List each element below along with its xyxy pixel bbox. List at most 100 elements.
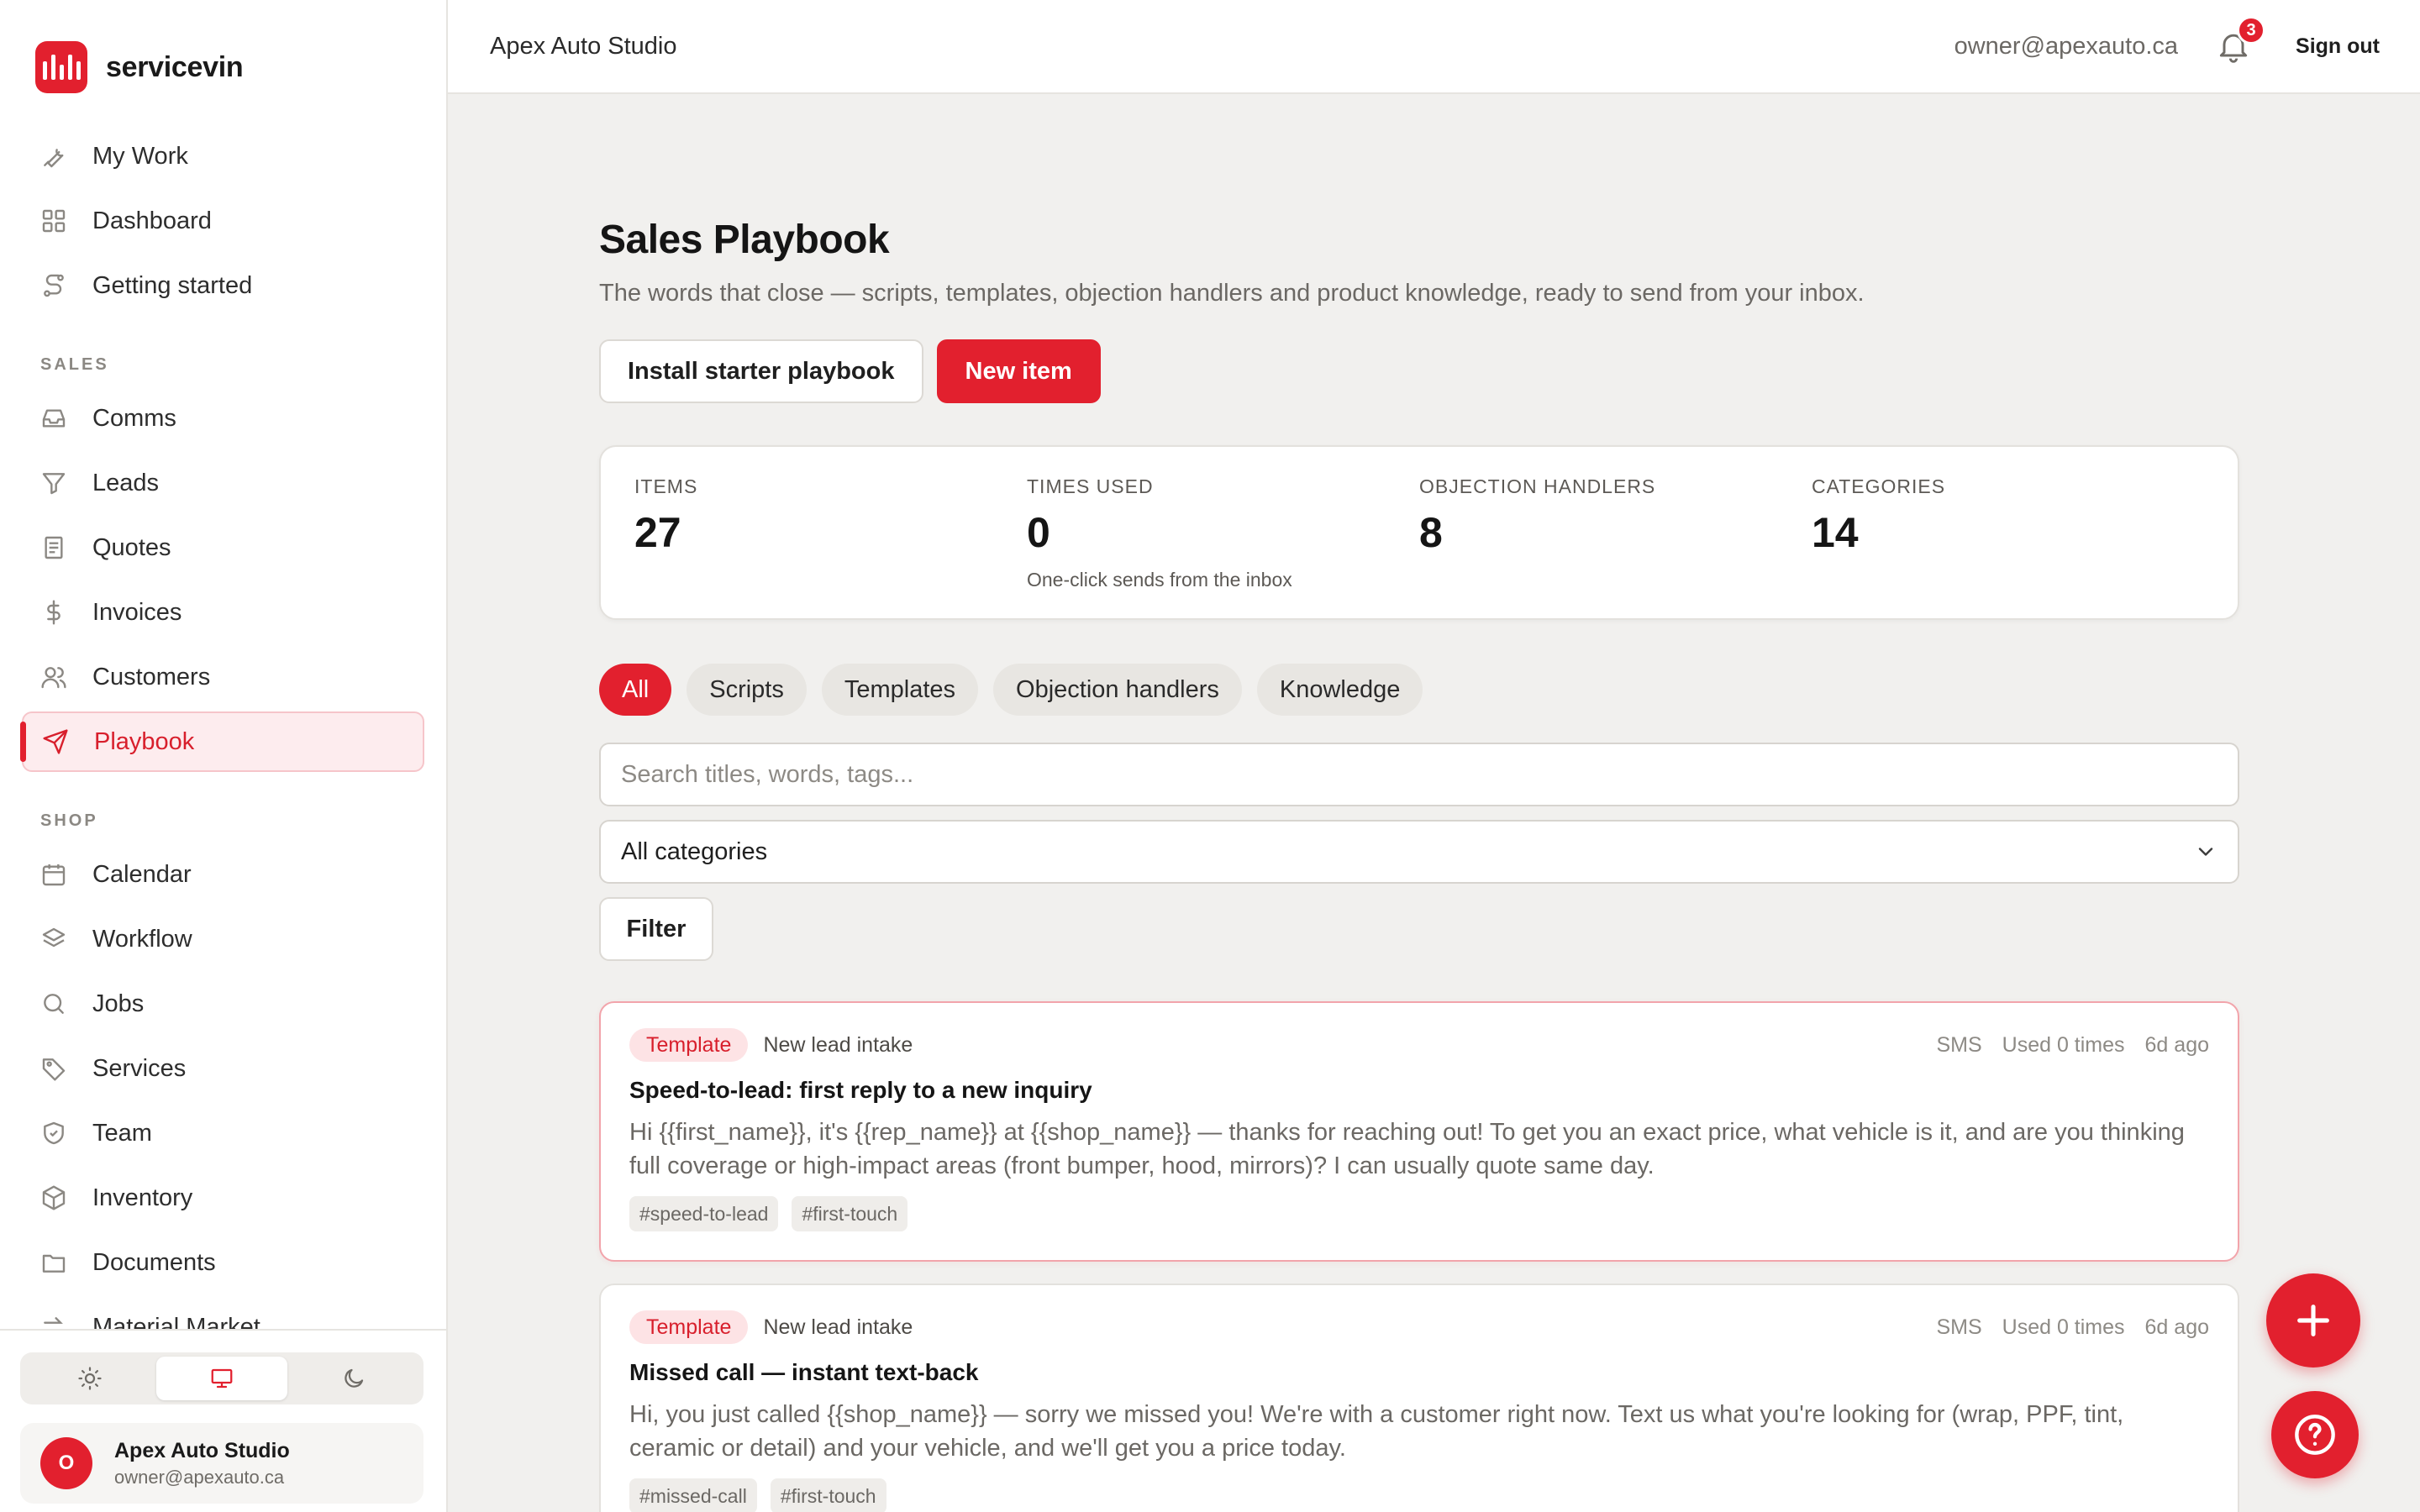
- stat-label: TIMES USED: [1027, 475, 1154, 497]
- sidebar-item-invoices[interactable]: Invoices: [22, 582, 424, 643]
- send-icon: [43, 729, 68, 754]
- item-meta: SMS Used 0 times 6d ago: [1936, 1315, 2209, 1340]
- playbook-list: Template New lead intake SMS Used 0 time…: [599, 1001, 2239, 1512]
- item-category: New lead intake: [763, 1032, 913, 1057]
- item-tags: #missed-call #first-touch: [629, 1478, 2209, 1512]
- folder-icon: [42, 1254, 66, 1273]
- sidebar-item-label: Jobs: [92, 990, 145, 1017]
- sidebar-item-customers[interactable]: Customers: [22, 647, 424, 707]
- sign-out-button[interactable]: Sign out: [2296, 34, 2380, 59]
- topbar: Apex Auto Studio owner@apexauto.ca 3 Sig…: [448, 0, 2420, 94]
- sidebar-item-jobs[interactable]: Jobs: [22, 974, 424, 1034]
- playbook-item-card[interactable]: Template New lead intake SMS Used 0 time…: [599, 1284, 2239, 1512]
- sidebar-item-playbook[interactable]: Playbook: [20, 711, 424, 772]
- tag-icon: [42, 1058, 66, 1081]
- nav-section-sales: SALES: [40, 355, 109, 374]
- stat-label: ITEMS: [634, 475, 698, 497]
- tab-objection-handlers[interactable]: Objection handlers: [993, 664, 1242, 716]
- sidebar-item-material-market[interactable]: Material Market: [22, 1297, 424, 1329]
- sidebar-item-label: Services: [92, 1054, 187, 1082]
- tab-knowledge[interactable]: Knowledge: [1256, 664, 1423, 716]
- sidebar-item-inventory[interactable]: Inventory: [22, 1168, 424, 1228]
- sidebar-item-documents[interactable]: Documents: [22, 1232, 424, 1293]
- playbook-item-card[interactable]: Template New lead intake SMS Used 0 time…: [599, 1001, 2239, 1262]
- moon-icon: [344, 1368, 363, 1388]
- search-input[interactable]: Search titles, words, tags...: [599, 743, 2239, 806]
- receipt-icon: [45, 536, 63, 559]
- item-body: Hi {{first_name}}, it's {{rep_name}} at …: [629, 1119, 2185, 1179]
- sidebar-item-label: Leads: [92, 469, 160, 496]
- sidebar-item-label: Inventory: [92, 1184, 193, 1211]
- tab-all[interactable]: All: [599, 664, 672, 716]
- page-actions: Install starter playbook New item: [599, 339, 2239, 403]
- new-item-button[interactable]: New item: [936, 339, 1101, 403]
- sidebar-item-dashboard[interactable]: Dashboard: [22, 191, 424, 251]
- category-select-value: All categories: [621, 837, 768, 865]
- sidebar-nav: My Work Dashboard Getting started SALES …: [0, 126, 446, 1329]
- stat-value: 0: [1027, 509, 1050, 556]
- sun-icon: [78, 1367, 102, 1390]
- stat-objection-handlers: OBJECTION HANDLERS 8: [1419, 447, 1812, 618]
- user-card[interactable]: O Apex Auto Studio owner@apexauto.ca: [20, 1423, 424, 1504]
- filter-button[interactable]: Filter: [599, 897, 713, 961]
- swap-icon: [44, 1317, 63, 1324]
- sidebar: servicevin My Work Dashboard Getting sta…: [0, 0, 448, 1512]
- item-channel: SMS: [1936, 1315, 1982, 1339]
- user-email: owner@apexauto.ca: [114, 1466, 285, 1488]
- item-tag[interactable]: #speed-to-lead: [629, 1196, 779, 1231]
- item-meta: SMS Used 0 times 6d ago: [1936, 1033, 2209, 1058]
- type-tabs: All Scripts Templates Objection handlers…: [599, 664, 2239, 716]
- nav-section-shop: SHOP: [40, 811, 98, 830]
- sidebar-item-my-work[interactable]: My Work: [22, 126, 424, 186]
- route-icon: [44, 274, 64, 297]
- playbook-content: Sales Playbook The words that close — sc…: [599, 94, 2239, 1512]
- sidebar-item-label: Calendar: [92, 860, 192, 888]
- sidebar-item-calendar[interactable]: Calendar: [22, 844, 424, 905]
- theme-system-button[interactable]: [155, 1357, 288, 1400]
- wrench-icon: [44, 149, 64, 168]
- tab-templates[interactable]: Templates: [821, 664, 979, 716]
- sidebar-item-quotes[interactable]: Quotes: [22, 517, 424, 578]
- grid-icon: [42, 209, 66, 233]
- sidebar-item-comms[interactable]: Comms: [22, 388, 424, 449]
- item-body: Hi, you just called {{shop_name}} — sorr…: [629, 1401, 2124, 1462]
- sidebar-item-getting-started[interactable]: Getting started: [22, 255, 424, 316]
- sidebar-item-label: Playbook: [94, 727, 195, 755]
- stat-note: One-click sends from the inbox: [1027, 569, 1292, 591]
- add-item-fab[interactable]: [2266, 1273, 2360, 1368]
- brand-logo-icon: [35, 41, 87, 93]
- user-meta: Apex Auto Studio owner@apexauto.ca: [114, 1439, 290, 1488]
- item-tag[interactable]: #missed-call: [629, 1478, 757, 1512]
- stat-label: OBJECTION HANDLERS: [1419, 475, 1656, 497]
- notifications-button[interactable]: 3: [2215, 16, 2266, 65]
- sidebar-item-leads[interactable]: Leads: [22, 453, 424, 513]
- item-type-badge: Template: [629, 1310, 749, 1344]
- item-tag[interactable]: #first-touch: [792, 1196, 908, 1231]
- sidebar-item-team[interactable]: Team: [22, 1103, 424, 1163]
- help-button[interactable]: [2271, 1391, 2359, 1478]
- theme-dark-button[interactable]: [287, 1357, 419, 1400]
- sidebar-item-label: Dashboard: [92, 207, 212, 234]
- workspace-title: Apex Auto Studio: [490, 32, 677, 60]
- install-starter-playbook-button[interactable]: Install starter playbook: [599, 339, 923, 403]
- stat-categories: CATEGORIES 14: [1812, 447, 2204, 618]
- category-select[interactable]: All categories: [599, 820, 2239, 884]
- sidebar-item-label: My Work: [92, 142, 188, 170]
- page-subtitle: The words that close — scripts, template…: [599, 280, 1865, 307]
- item-tag[interactable]: #first-touch: [770, 1478, 886, 1512]
- tab-scripts[interactable]: Scripts: [687, 664, 807, 716]
- stat-label: CATEGORIES: [1812, 475, 1946, 497]
- sidebar-item-label: Customers: [92, 663, 211, 690]
- page-title: Sales Playbook: [599, 218, 890, 262]
- nav-group-top: My Work Dashboard Getting started: [0, 126, 446, 316]
- brand[interactable]: servicevin: [0, 0, 446, 134]
- item-age: 6d ago: [2144, 1032, 2209, 1057]
- sidebar-item-services[interactable]: Services: [22, 1038, 424, 1099]
- theme-toggle: [20, 1352, 424, 1404]
- stat-value: 14: [1812, 509, 1859, 556]
- account-email: owner@apexauto.ca: [1954, 32, 2179, 60]
- item-title: Speed-to-lead: first reply to a new inqu…: [629, 1077, 1092, 1103]
- theme-light-button[interactable]: [24, 1357, 156, 1400]
- brand-name: servicevin: [106, 50, 244, 83]
- sidebar-item-workflow[interactable]: Workflow: [22, 909, 424, 969]
